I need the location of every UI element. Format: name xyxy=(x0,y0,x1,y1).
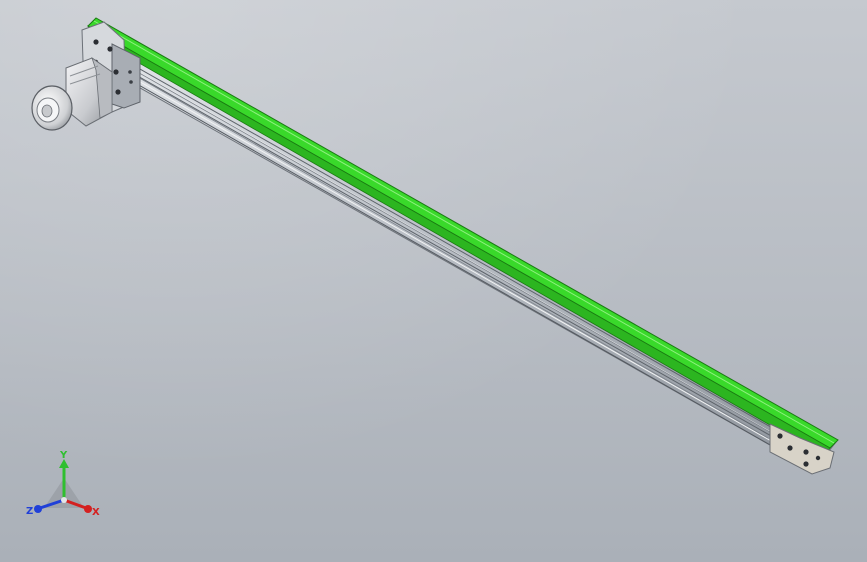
z-axis-head xyxy=(34,505,42,513)
triad-origin xyxy=(61,497,67,503)
conveyor-model[interactable] xyxy=(0,0,867,562)
x-axis-label: X xyxy=(92,507,100,518)
conveyor-belt[interactable] xyxy=(87,17,839,457)
y-axis-label: Y xyxy=(59,450,68,461)
reference-triad[interactable]: Y X Z xyxy=(22,448,106,526)
z-axis-label: Z xyxy=(26,506,33,517)
x-axis-head xyxy=(84,505,92,513)
graphics-viewport[interactable]: Y X Z xyxy=(0,0,867,562)
drive-motor[interactable] xyxy=(31,56,113,131)
